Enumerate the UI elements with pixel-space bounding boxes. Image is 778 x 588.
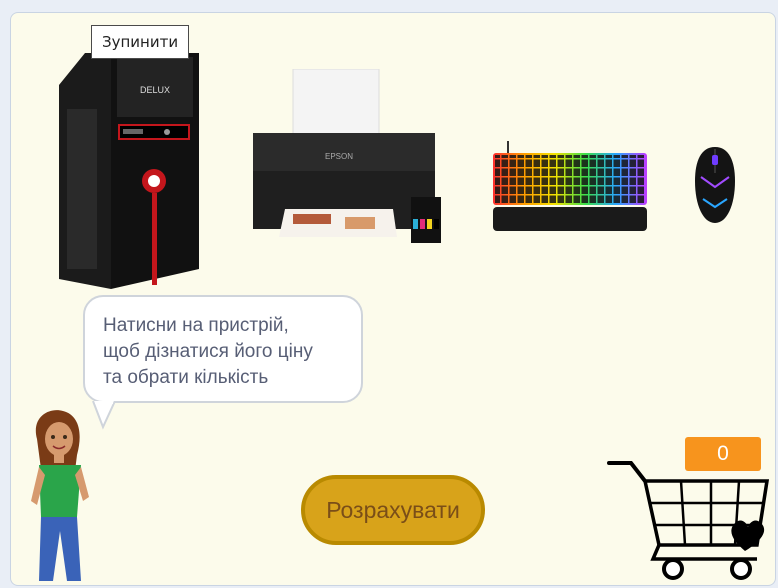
mouse-sprite[interactable]: [693, 147, 737, 223]
printer-logo: EPSON: [325, 152, 353, 161]
speech-line: Натисни на пристрій,: [103, 315, 289, 336]
stage: DELUX Зупинити EPSON Натисни на пристрій…: [10, 12, 776, 586]
speech-line: щоб дізнатися його ціну: [103, 341, 313, 362]
speech-bubble: Натисни на пристрій, щоб дізнатися його …: [83, 295, 363, 403]
printer-sprite[interactable]: EPSON: [245, 68, 443, 245]
pc-logo: DELUX: [140, 85, 170, 95]
speech-line: та обрати кількість: [103, 367, 269, 388]
speech-tail: [92, 401, 116, 430]
calculate-button[interactable]: Розрахувати: [301, 475, 485, 545]
girl-character-sprite[interactable]: [25, 409, 95, 585]
stop-button[interactable]: Зупинити: [91, 25, 190, 59]
keyboard-sprite[interactable]: [493, 141, 647, 233]
cart-icon[interactable]: [607, 459, 773, 581]
pc-case-sprite[interactable]: DELUX: [59, 49, 201, 289]
